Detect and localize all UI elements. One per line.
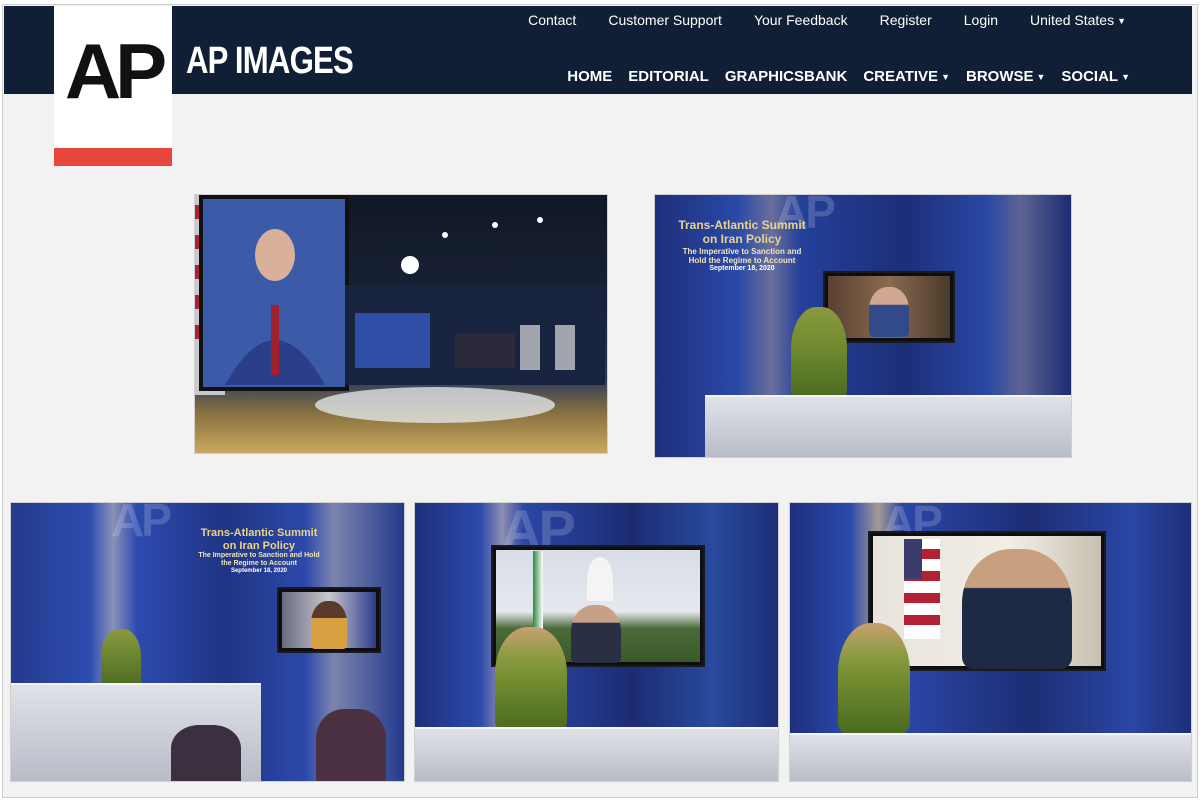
caret-down-icon: ▼ [1036,72,1046,83]
speaker-figure [838,623,910,733]
nav-browse-label: BROWSE [965,68,1034,85]
nav-browse[interactable]: BROWSE ▼ [966,68,1045,85]
nav-contact[interactable]: Contact [528,12,576,28]
utility-nav: Contact Customer Support Your Feedback R… [528,12,1126,28]
nav-customer-support[interactable]: Customer Support [608,12,722,28]
nav-editorial[interactable]: EDITORIAL [628,68,709,85]
sign-line-2: on Iran Policy [222,539,296,552]
sign-line-1: Trans-Atlantic Summit [678,218,806,232]
speaker-figure [311,601,347,649]
brand-name[interactable]: AP IMAGES [186,42,354,80]
caret-down-icon: ▼ [1117,16,1126,27]
ap-logo[interactable]: AP [54,6,172,166]
speaker-figure [495,627,567,731]
summit-sign: Trans-Atlantic Summit on Iran Policy The… [197,527,321,575]
speaker-figure [962,549,1072,669]
sign-line-2: on Iran Policy [702,231,782,246]
region-label: United States [1030,12,1115,28]
region-select[interactable]: United States ▼ [1030,12,1126,28]
caret-down-icon: ▼ [941,72,950,83]
nav-graphicsbank[interactable]: GRAPHICSBANK [725,68,848,85]
sign-line-3: The Imperative to Sanction and Hold the … [198,552,320,568]
photo-thumbnail[interactable]: AP [414,502,779,782]
photo-thumbnail[interactable] [194,194,608,454]
main-nav: HOME EDITORIAL GRAPHICSBANK CREATIVE ▼ BR… [567,68,1130,85]
photo-watermark: AP [111,502,172,546]
nav-social[interactable]: SOCIAL ▼ [1061,68,1130,85]
us-flag [904,539,940,639]
speaker-figure [101,629,141,689]
logo-accent-bar [54,148,172,166]
sign-line-1: Trans-Atlantic Summit [200,527,318,539]
nav-login[interactable]: Login [964,12,998,28]
capitol-dome [587,557,613,601]
nav-social-label: SOCIAL [1061,68,1119,85]
photo-thumbnail[interactable]: AP [789,502,1192,782]
sign-line-3: The Imperative to Sanction and Hold the … [682,246,802,265]
nav-register[interactable]: Register [880,12,932,28]
caret-down-icon: ▼ [1121,72,1130,83]
photo-thumbnail[interactable]: AP Trans-Atlantic Summit on Iran Policy … [654,194,1072,458]
flag [533,551,543,631]
summit-sign: Trans-Atlantic Summit on Iran Policy The… [677,218,807,273]
nav-creative-label: CREATIVE [863,68,939,85]
video-screen [277,587,381,653]
logo-text: AP [64,27,167,115]
desk [705,395,1071,457]
speaker-figure [571,605,621,663]
speaker-figure [791,307,847,399]
nav-your-feedback[interactable]: Your Feedback [754,12,848,28]
photo-thumbnail[interactable]: AP Trans-Atlantic Summit on Iran Policy … [10,502,405,782]
desk [790,733,1191,781]
audience-figure [171,725,241,781]
desk [415,727,778,781]
audience-figure [316,709,386,781]
nav-home[interactable]: HOME [567,68,612,85]
speaker-figure [869,287,909,337]
photo-studio-scene [195,195,605,423]
sign-line-4: September 18, 2020 [230,568,288,575]
sign-line-4: September 18, 2020 [709,264,775,272]
nav-creative[interactable]: CREATIVE ▼ [863,68,950,85]
